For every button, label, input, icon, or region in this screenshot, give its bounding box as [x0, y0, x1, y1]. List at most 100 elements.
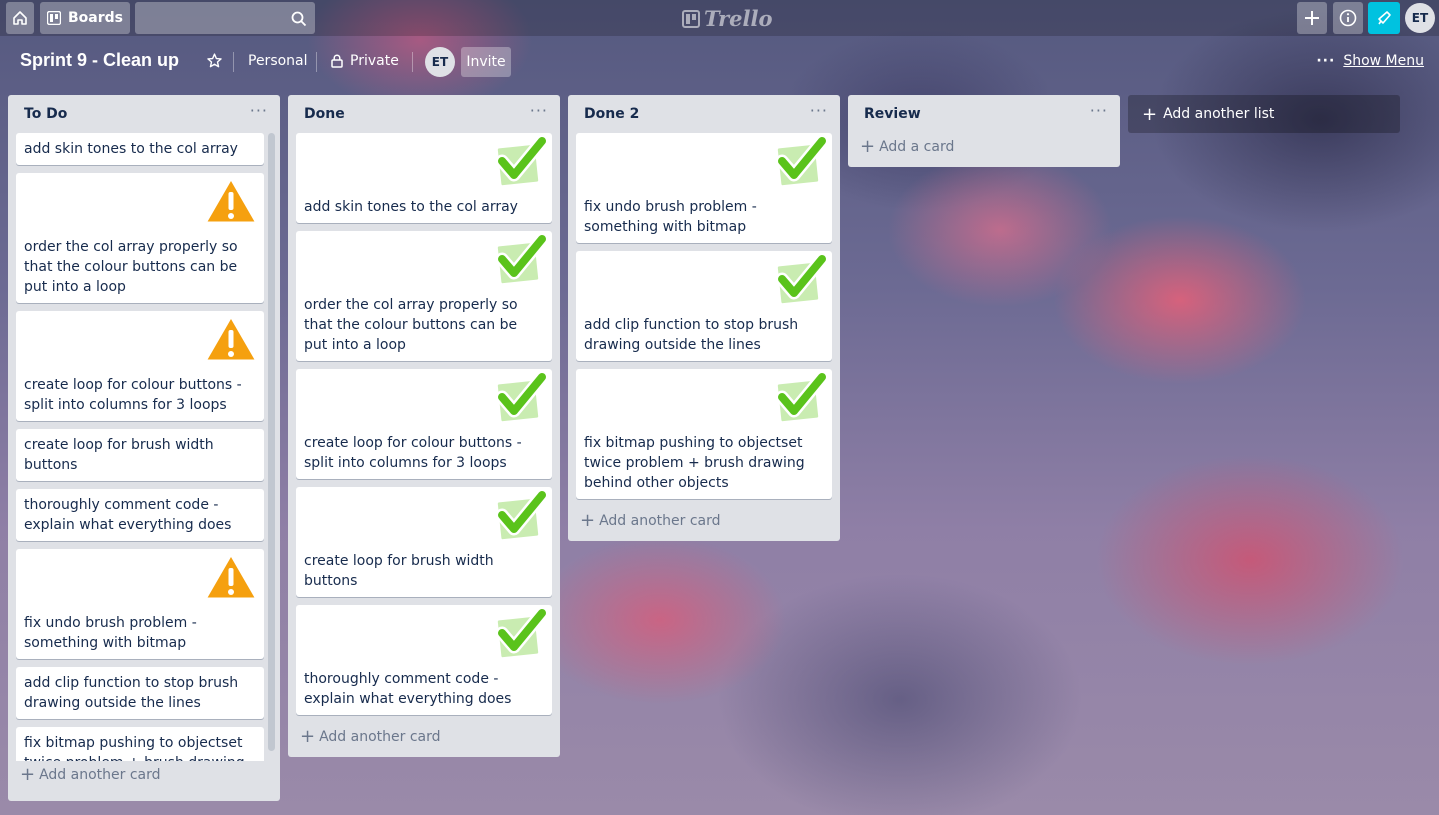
list-header: Review ···	[848, 95, 1120, 133]
card[interactable]: fix undo brush problem - something with …	[576, 133, 832, 243]
card-cover	[24, 176, 259, 237]
checkmark-icon	[494, 233, 548, 287]
card[interactable]: add skin tones to the col array	[16, 133, 264, 165]
card[interactable]: thoroughly comment code - explain what e…	[296, 605, 552, 715]
list-menu-icon[interactable]: ···	[250, 101, 268, 120]
card-title: fix bitmap pushing to objectset twice pr…	[24, 735, 245, 761]
show-menu-label: Show Menu	[1343, 53, 1424, 69]
search-input[interactable]	[135, 2, 315, 34]
add-list-button[interactable]: + Add another list	[1128, 95, 1400, 133]
star-icon	[207, 53, 222, 68]
card[interactable]: add clip function to stop brush drawing …	[16, 667, 264, 719]
card-cover	[304, 233, 548, 295]
user-avatar[interactable]: ET	[1405, 3, 1435, 33]
logo-text: Trello	[704, 6, 773, 31]
card-title: add clip function to stop brush drawing …	[24, 675, 239, 711]
warning-icon	[203, 314, 259, 363]
card-cover	[304, 607, 548, 669]
plus-icon: +	[20, 764, 36, 785]
card-title: create loop for brush width buttons	[304, 553, 494, 589]
lock-icon	[331, 54, 343, 68]
notifications-button[interactable]	[1368, 2, 1400, 34]
card-cover	[584, 371, 828, 433]
list-menu-icon[interactable]: ···	[810, 101, 828, 120]
card-cover	[584, 135, 828, 197]
card-title: fix undo brush problem - something with …	[584, 199, 757, 235]
add-card-button[interactable]: + Add a card	[848, 133, 1120, 167]
checkmark-icon	[774, 371, 828, 425]
card[interactable]: create loop for brush width buttons	[16, 429, 264, 481]
card-title: add skin tones to the col array	[24, 141, 238, 157]
card[interactable]: thoroughly comment code - explain what e…	[16, 489, 264, 541]
list-scrollbar[interactable]	[268, 133, 275, 751]
card-cover	[304, 371, 548, 433]
card-title: fix undo brush problem - something with …	[24, 615, 197, 651]
plus-icon: +	[860, 136, 876, 157]
add-card-button[interactable]: + Add another card	[288, 723, 560, 757]
list-title[interactable]: Done 2	[584, 106, 639, 122]
card[interactable]: create loop for colour buttons - split i…	[16, 311, 264, 421]
list-todo: To Do ··· add skin tones to the col arra…	[8, 95, 280, 801]
plus-icon: +	[1142, 103, 1158, 125]
add-card-label: Add another card	[319, 729, 441, 745]
list-review: Review ··· + Add a card	[848, 95, 1120, 167]
info-button[interactable]	[1333, 2, 1363, 34]
warning-icon	[203, 176, 259, 225]
card[interactable]: add skin tones to the col array	[296, 133, 552, 223]
card-title: order the col array properly so that the…	[304, 297, 518, 353]
add-card-button[interactable]: + Add another card	[568, 507, 840, 541]
team-button[interactable]: Personal	[248, 53, 308, 69]
card-title: add clip function to stop brush drawing …	[584, 317, 799, 353]
team-label: Personal	[248, 53, 308, 69]
card[interactable]: fix undo brush problem - something with …	[16, 549, 264, 659]
card[interactable]: order the col array properly so that the…	[296, 231, 552, 361]
list-title[interactable]: To Do	[24, 106, 67, 122]
visibility-label: Private	[350, 53, 399, 69]
add-list-label: Add another list	[1163, 106, 1275, 122]
boards-icon	[47, 11, 61, 25]
search-icon	[291, 11, 307, 27]
checkmark-icon	[774, 135, 828, 189]
list-menu-icon[interactable]: ···	[530, 101, 548, 120]
add-card-label: Add a card	[879, 139, 955, 155]
plus-icon: +	[300, 726, 316, 747]
boards-label: Boards	[68, 10, 123, 26]
card-list: fix undo brush problem - something with …	[568, 133, 840, 499]
card-cover	[304, 489, 548, 551]
card-title: create loop for colour buttons - split i…	[304, 435, 522, 471]
trello-logo[interactable]: Trello	[682, 6, 773, 31]
list-title[interactable]: Review	[864, 106, 921, 122]
card[interactable]: order the col array properly so that the…	[16, 173, 264, 303]
card-title: order the col array properly so that the…	[24, 239, 238, 295]
card[interactable]: create loop for brush width buttons	[296, 487, 552, 597]
divider	[412, 52, 413, 72]
create-button[interactable]	[1297, 2, 1327, 34]
more-icon: ···	[1316, 53, 1336, 69]
card-title: fix bitmap pushing to objectset twice pr…	[584, 435, 805, 491]
board-title[interactable]: Sprint 9 - Clean up	[20, 50, 179, 71]
home-icon	[13, 11, 27, 25]
member-avatar[interactable]: ET	[425, 47, 455, 77]
list-done: Done ··· add skin tones to the col array…	[288, 95, 560, 757]
show-menu-button[interactable]: ··· Show Menu	[1316, 53, 1424, 69]
visibility-button[interactable]: Private	[331, 53, 399, 69]
card[interactable]: add clip function to stop brush drawing …	[576, 251, 832, 361]
home-button[interactable]	[6, 2, 34, 34]
add-card-label: Add another card	[599, 513, 721, 529]
card[interactable]: fix bitmap pushing to objectset twice pr…	[16, 727, 264, 761]
star-button[interactable]	[207, 53, 222, 68]
list-menu-icon[interactable]: ···	[1090, 101, 1108, 120]
card[interactable]: fix bitmap pushing to objectset twice pr…	[576, 369, 832, 499]
card-title: thoroughly comment code - explain what e…	[304, 671, 512, 707]
card-cover	[24, 314, 259, 375]
checkmark-icon	[494, 607, 548, 661]
card-title: thoroughly comment code - explain what e…	[24, 497, 232, 533]
list-title[interactable]: Done	[304, 106, 345, 122]
app-header: Boards Trello ET	[0, 0, 1439, 36]
list-header: Done 2 ···	[568, 95, 840, 133]
invite-button[interactable]: Invite	[461, 47, 511, 77]
add-card-button[interactable]: + Add another card	[8, 761, 280, 795]
card[interactable]: create loop for colour buttons - split i…	[296, 369, 552, 479]
list-header: Done ···	[288, 95, 560, 133]
boards-button[interactable]: Boards	[40, 2, 130, 34]
